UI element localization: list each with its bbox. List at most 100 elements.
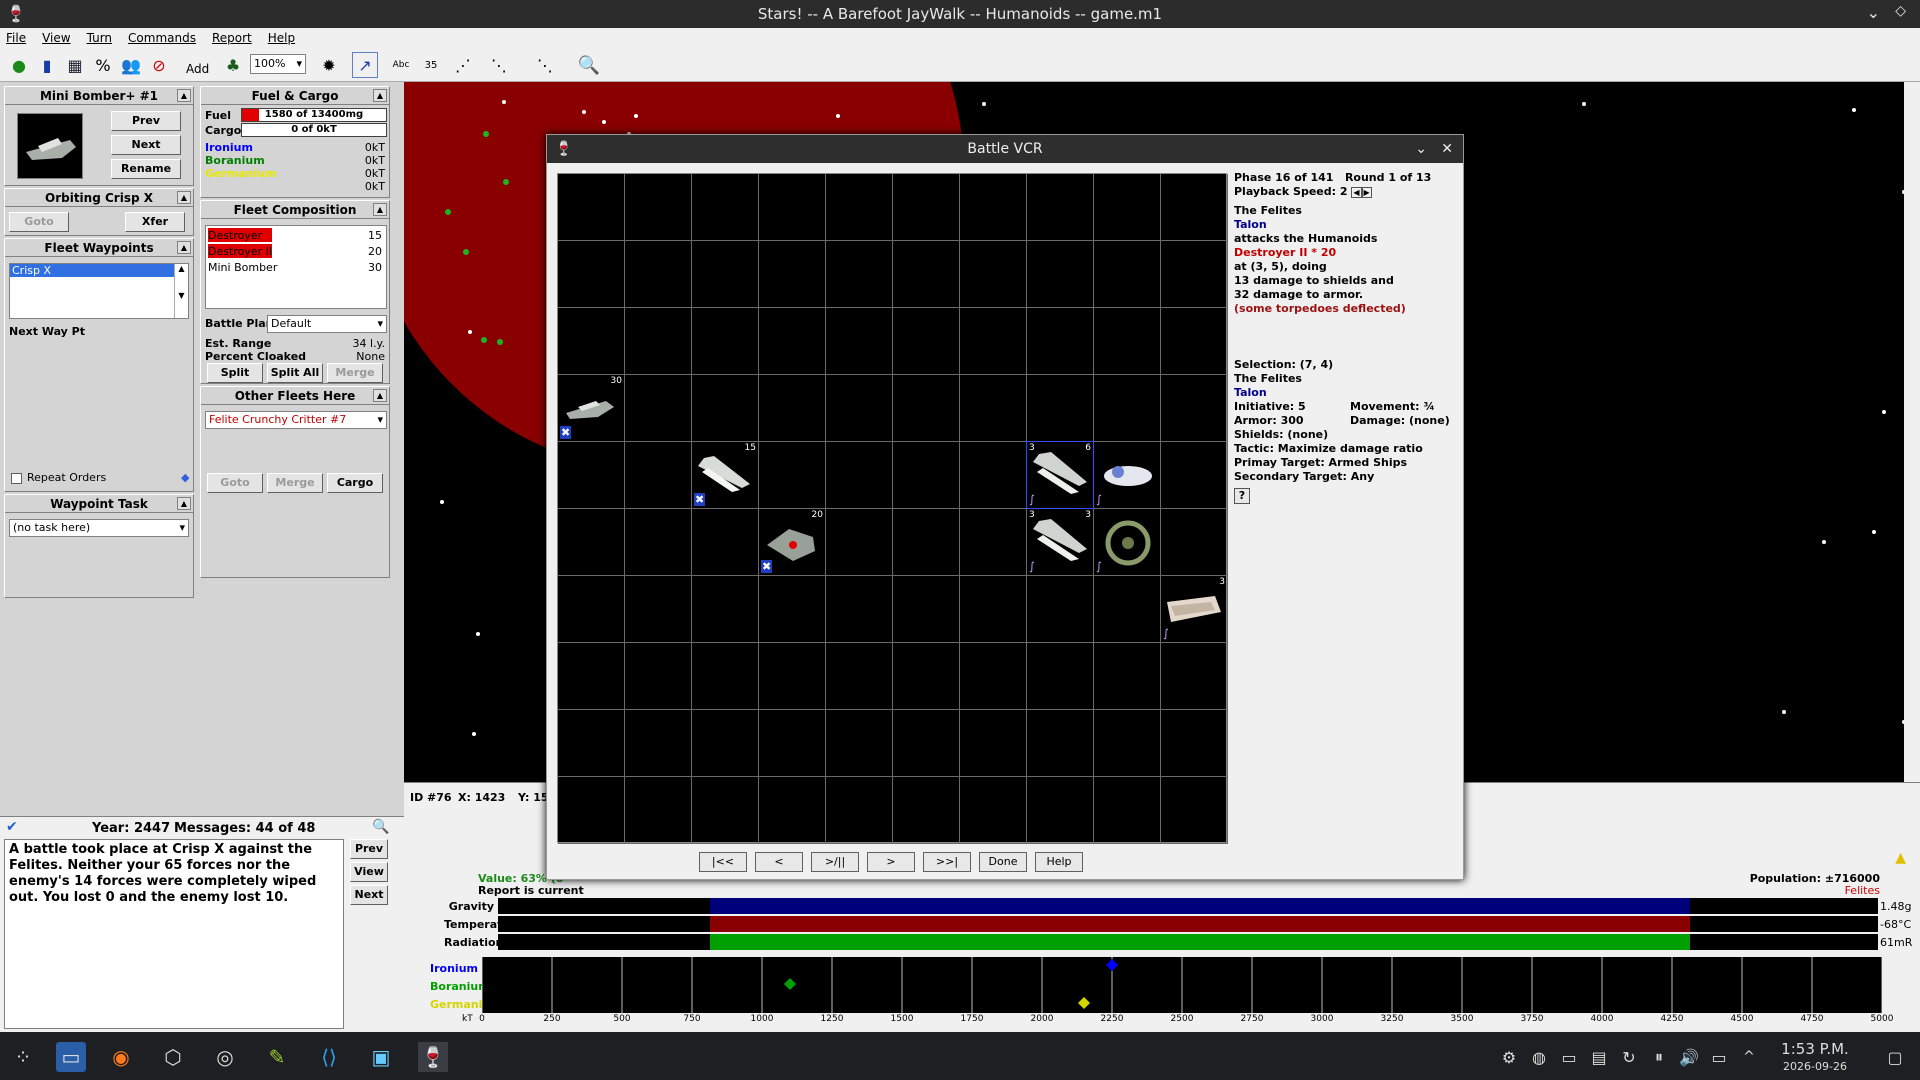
grid-cell[interactable] [558, 509, 625, 576]
fleet-rename-button[interactable]: Rename [111, 159, 181, 179]
battle-token-talon[interactable]: 6 3 ∫ [1026, 441, 1094, 509]
cargo-button[interactable]: Cargo [327, 473, 383, 493]
vcr-close-icon[interactable]: ✕ [1441, 135, 1453, 163]
grid-cell[interactable] [960, 777, 1027, 844]
grid-cell[interactable] [625, 308, 692, 375]
grid-cell[interactable] [826, 576, 893, 643]
grid-cell[interactable] [960, 375, 1027, 442]
grid-cell[interactable] [960, 241, 1027, 308]
scanner-icon[interactable]: ✹ [316, 52, 342, 78]
grid-cell[interactable] [558, 241, 625, 308]
grid-cell[interactable] [1027, 643, 1094, 710]
volume-icon[interactable]: 🔊 [1674, 1042, 1704, 1072]
waypoint-diamond-icon[interactable]: ◆ [181, 471, 189, 484]
grid-cell[interactable] [826, 643, 893, 710]
menu-report[interactable]: Report [212, 31, 252, 45]
battle-token-talon[interactable]: 3 3 ∫ [1027, 509, 1093, 575]
maximize-icon[interactable]: ◇ [1895, 3, 1906, 19]
grid-cell[interactable] [759, 710, 826, 777]
grid-cell[interactable] [1094, 643, 1161, 710]
grid-cell[interactable] [692, 710, 759, 777]
grid-cell[interactable] [759, 174, 826, 241]
grid-cell[interactable] [1027, 375, 1094, 442]
grid-cell[interactable] [558, 308, 625, 375]
fleet-prev-button[interactable]: Prev [111, 111, 181, 131]
ship-list[interactable]: Destroyer 15 Destroyer II 20 Mini Bomber… [205, 225, 387, 309]
grid-cell[interactable] [1027, 308, 1094, 375]
grid-cell[interactable] [893, 576, 960, 643]
people-view-icon[interactable]: 👥 [118, 52, 144, 78]
grid-cell[interactable] [558, 576, 625, 643]
grid-cell[interactable] [960, 442, 1027, 509]
names-icon[interactable]: Abc [388, 52, 414, 78]
grid-cell[interactable] [625, 174, 692, 241]
grid-cell[interactable] [1094, 375, 1161, 442]
tray-icon-1[interactable]: ⚙ [1494, 1042, 1524, 1072]
waypoints-list[interactable]: Crisp X ▲ ▼ [9, 263, 189, 319]
ship-row-name[interactable]: Destroyer [208, 229, 262, 242]
grid-cell[interactable] [1161, 241, 1228, 308]
ship-row-name[interactable]: Destroyer II [208, 245, 272, 258]
grid-cell[interactable] [692, 174, 759, 241]
grid-cell[interactable] [826, 710, 893, 777]
grid-cell[interactable] [692, 509, 759, 576]
grid-cell[interactable] [759, 442, 826, 509]
collapse-icon[interactable]: ▲ [373, 389, 387, 402]
grid-cell[interactable] [960, 643, 1027, 710]
grid-cell[interactable] [893, 308, 960, 375]
grid-cell[interactable] [1094, 576, 1161, 643]
grid-cell[interactable] [625, 375, 692, 442]
grid-cell[interactable] [759, 375, 826, 442]
grid-cell[interactable] [1161, 643, 1228, 710]
grid-cell[interactable] [625, 777, 692, 844]
grid-cell[interactable] [960, 308, 1027, 375]
collapse-icon[interactable]: ▲ [177, 191, 191, 204]
menu-turn[interactable]: Turn [87, 31, 112, 45]
grid-cell[interactable] [625, 442, 692, 509]
grid-cell[interactable] [960, 576, 1027, 643]
percent-view-icon[interactable]: % [90, 52, 116, 78]
menu-view[interactable]: View [42, 31, 70, 45]
monitor-icon[interactable]: ▣ [366, 1042, 396, 1072]
launcher-icon[interactable]: ⁘ [8, 1042, 38, 1072]
grid-cell[interactable] [893, 241, 960, 308]
prev-phase-button[interactable]: < [755, 852, 803, 872]
done-button[interactable]: Done [979, 852, 1027, 872]
add-label[interactable]: Add [186, 62, 209, 76]
grid-cell[interactable] [960, 509, 1027, 576]
orbit-goto-button[interactable]: Goto [9, 212, 69, 232]
sync-icon[interactable]: ↻ [1614, 1042, 1644, 1072]
speed-down-icon[interactable]: ◀ [1351, 187, 1362, 198]
grid-cell[interactable] [558, 710, 625, 777]
grid-cell[interactable] [692, 375, 759, 442]
other-fleets-select[interactable]: Felite Crunchy Critter #7 ▾ [205, 411, 387, 429]
population-view-icon[interactable]: ▮ [34, 52, 60, 78]
battle-grid[interactable]: 30 ✖ 15 ✖ 20 ✖ 6 3 ∫ ∫ 3 3 ∫ ∫ 3 ∫ [557, 173, 1228, 844]
message-view-button[interactable]: View [350, 862, 388, 882]
other-goto-button[interactable]: Goto [207, 473, 263, 493]
grid-cell[interactable] [558, 442, 625, 509]
grid-cell[interactable] [893, 375, 960, 442]
firefox-icon[interactable]: ◉ [106, 1042, 136, 1072]
zoom-select[interactable]: 100% ▾ [250, 54, 306, 74]
grid-cell[interactable] [893, 509, 960, 576]
grid-cell[interactable] [1161, 375, 1228, 442]
first-phase-button[interactable]: |<< [699, 852, 747, 872]
grid-cell[interactable] [1094, 174, 1161, 241]
planet-names-icon[interactable]: ● [6, 52, 32, 78]
grid-cell[interactable] [625, 643, 692, 710]
show-desktop-icon[interactable]: ▢ [1880, 1042, 1910, 1072]
grid-cell[interactable] [1027, 710, 1094, 777]
no-info-icon[interactable]: ⊘ [146, 52, 172, 78]
battle-plan-select[interactable]: Default ▾ [267, 315, 387, 333]
grid-cell[interactable] [625, 241, 692, 308]
grid-cell[interactable] [893, 643, 960, 710]
collapse-icon[interactable]: ▲ [177, 497, 191, 510]
steam-icon[interactable]: ◎ [210, 1042, 240, 1072]
network-icon[interactable]: ▭ [1704, 1042, 1734, 1072]
grid-cell[interactable] [1094, 241, 1161, 308]
grid-cell[interactable] [692, 576, 759, 643]
grid-cell[interactable] [692, 643, 759, 710]
grid-cell[interactable] [826, 777, 893, 844]
next-phase-button[interactable]: > [867, 852, 915, 872]
